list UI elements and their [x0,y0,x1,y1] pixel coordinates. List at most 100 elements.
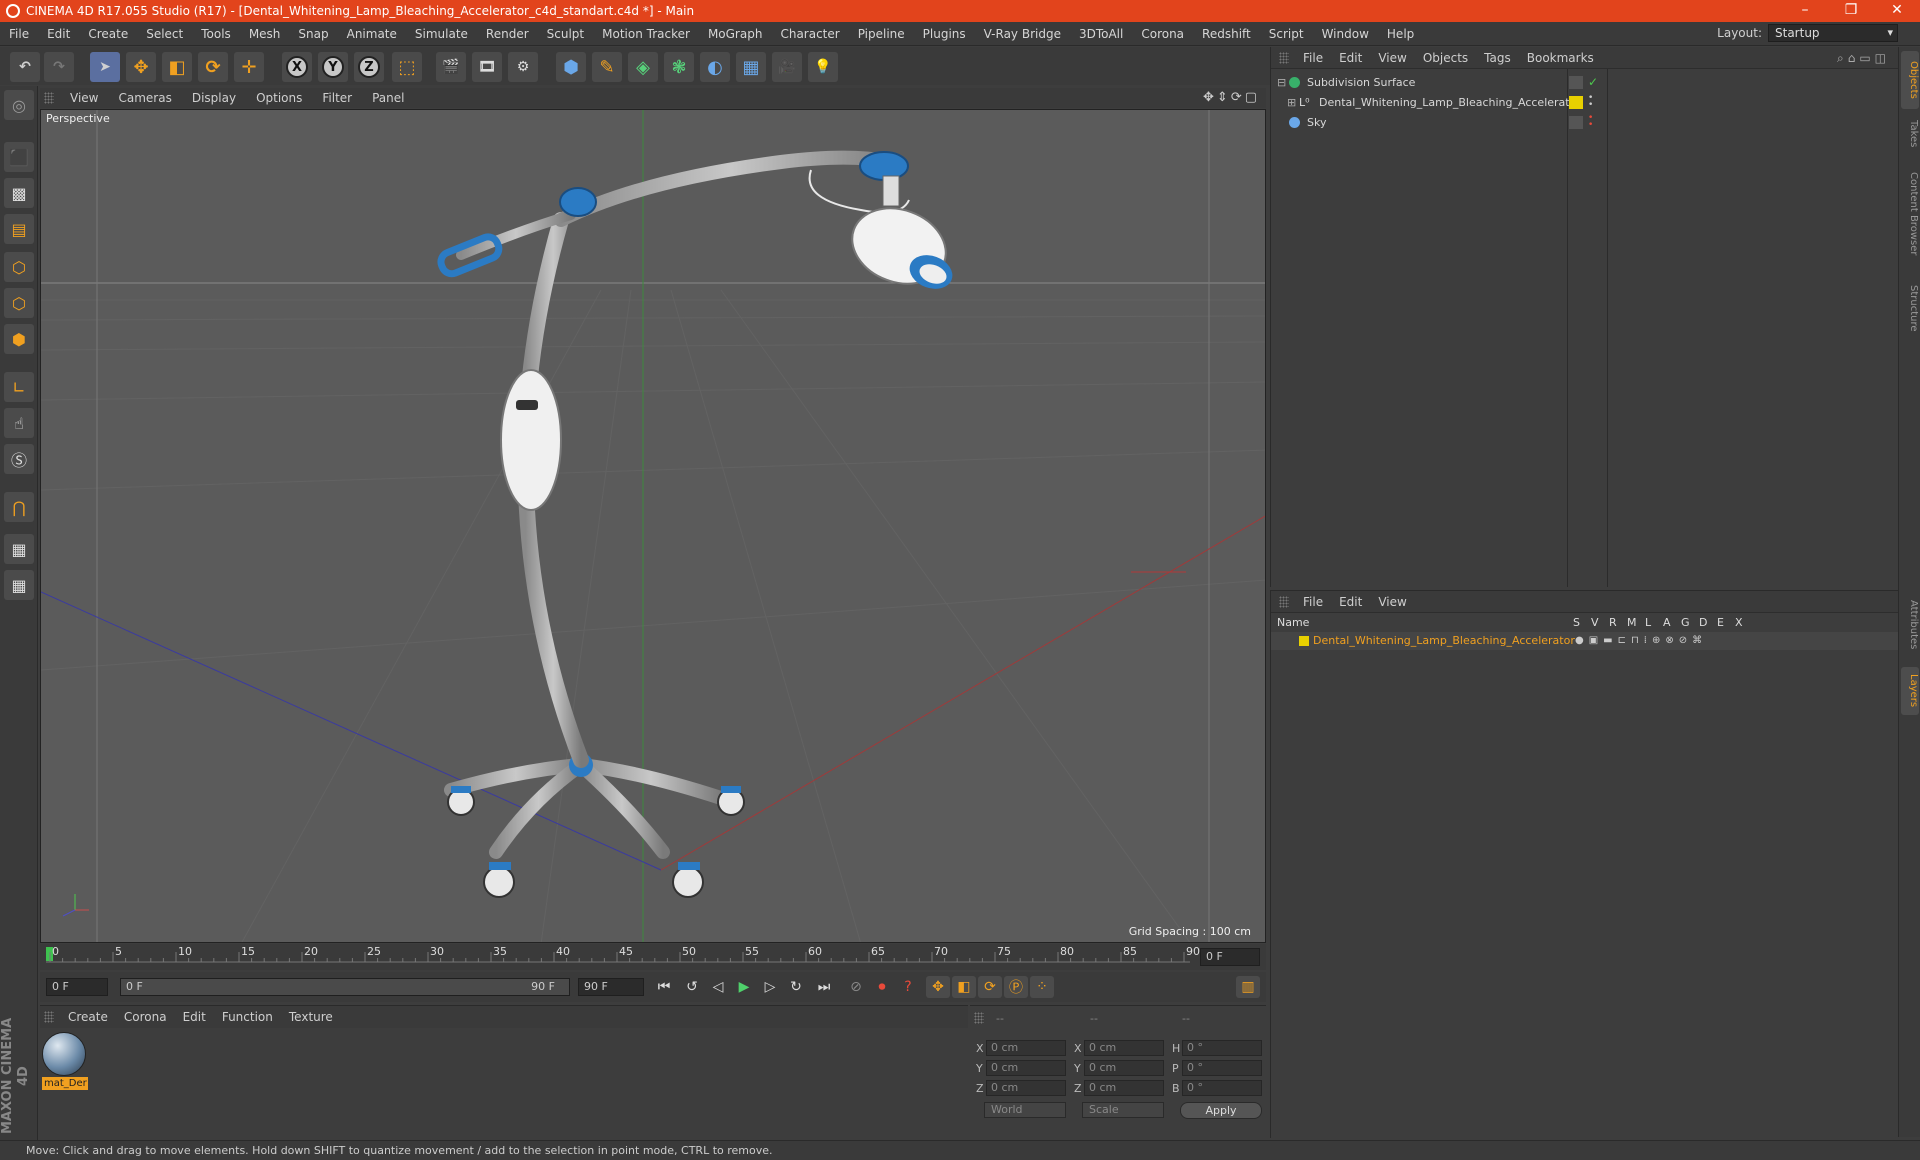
scale-tool-icon[interactable]: ◧ [162,52,192,82]
autokey-icon[interactable]: ⏺ [870,976,894,998]
solo-mode-icon[interactable]: Ⓢ [4,444,34,474]
object-menu-bookmarks[interactable]: Bookmarks [1519,51,1602,65]
texture-mode-icon[interactable]: ▩ [4,178,34,208]
viewport-menu-display[interactable]: Display [182,91,246,105]
apply-button[interactable]: Apply [1180,1102,1262,1119]
timeline-ruler[interactable]: 0 5 10 15 20 25 30 35 40 45 50 55 60 65 70 75 80 85 90 0 F [40,944,1266,970]
panel-grip-icon[interactable] [44,92,54,104]
z-axis-lock-button[interactable]: Z [354,52,384,82]
tab-structure[interactable]: Structure [1901,273,1919,343]
layer-menu-edit[interactable]: Edit [1331,595,1370,609]
current-frame-field[interactable]: 0 F [1200,948,1260,966]
viewport-menu-filter[interactable]: Filter [312,91,362,105]
menu-corona[interactable]: Corona [1132,27,1193,41]
record-keys-icon[interactable]: ⊘ [844,976,868,998]
edges-mode-icon[interactable]: ⬡ [4,288,34,318]
keyframe-selection-icon[interactable]: ? [896,976,920,998]
key-position-icon[interactable]: ✥ [926,976,950,998]
viewport-menu-panel[interactable]: Panel [362,91,414,105]
viewport-menu-cameras[interactable]: Cameras [108,91,181,105]
object-search-icons[interactable]: ⌕⌂▭◫ [1837,51,1890,66]
menu-help[interactable]: Help [1378,27,1423,41]
size-x-field[interactable]: 0 cm [1084,1040,1164,1056]
menu-mograph[interactable]: MoGraph [699,27,772,41]
column-manager[interactable]: M [1627,615,1637,631]
camera-icon[interactable]: 🎥 [772,52,802,82]
panel-grip-icon[interactable] [44,1011,54,1023]
undo-icon[interactable]: ↶ [10,52,40,82]
menu-snap[interactable]: Snap [289,27,337,41]
frame-range-slider[interactable]: 0 F 90 F [120,978,570,996]
key-rotation-icon[interactable]: ⟳ [978,976,1002,998]
column-locked[interactable]: L [1645,615,1651,631]
position-x-field[interactable]: 0 cm [986,1040,1066,1056]
key-parameter-icon[interactable]: Ⓟ [1004,976,1028,998]
object-menu-view[interactable]: View [1370,51,1414,65]
x-axis-lock-button[interactable]: X [282,52,312,82]
previous-key-icon[interactable]: ↺ [680,976,704,998]
object-row-sky[interactable]: Sky • • [1271,113,1899,132]
tweak-mode-icon[interactable]: ☝ [4,408,34,438]
viewport-menu-view[interactable]: View [60,91,108,105]
tab-takes[interactable]: Takes [1901,113,1919,155]
minimize-button[interactable]: – [1782,0,1828,22]
material-menu-corona[interactable]: Corona [116,1010,175,1024]
render-picture-viewer-icon[interactable]: 🎞 [472,52,502,82]
cube-primitive-icon[interactable]: ⬢ [556,52,586,82]
layout-dropdown[interactable]: Startup [1768,24,1898,42]
material-swatch[interactable]: mat_Der [42,1032,88,1090]
spline-pen-icon[interactable]: ✎ [592,52,622,82]
object-menu-edit[interactable]: Edit [1331,51,1370,65]
key-scale-icon[interactable]: ◧ [952,976,976,998]
size-z-field[interactable]: 0 cm [1084,1080,1164,1096]
floor-scene-icon[interactable]: ▦ [736,52,766,82]
layer-menu-file[interactable]: File [1295,595,1331,609]
menu-tools[interactable]: Tools [192,27,240,41]
viewport-menu-options[interactable]: Options [246,91,312,105]
light-bulb-icon[interactable]: 💡 [808,52,838,82]
key-pla-icon[interactable]: ⁘ [1030,976,1054,998]
polygons-mode-icon[interactable]: ⬢ [4,324,34,354]
end-frame-field[interactable]: 90 F [578,978,644,996]
position-y-field[interactable]: 0 cm [986,1060,1066,1076]
column-deformers[interactable]: D [1699,615,1707,631]
layer-flag-icons[interactable]: ●▣▬⊏⊓⁞⊕⊗⊘⌘ [1575,632,1707,650]
column-animation[interactable]: A [1663,615,1671,631]
subdivision-nurbs-icon[interactable]: ◈ [628,52,658,82]
menu-edit[interactable]: Edit [38,27,79,41]
deformer-icon[interactable]: ◐ [700,52,730,82]
object-menu-tags[interactable]: Tags [1476,51,1519,65]
model-mode-icon[interactable]: ⬛ [4,142,34,172]
visibility-dots-icon[interactable]: • • [1588,94,1593,110]
rotation-h-field[interactable]: 0 ° [1182,1040,1262,1056]
object-menu-file[interactable]: File [1295,51,1331,65]
material-menu-function[interactable]: Function [214,1010,281,1024]
expand-icon[interactable]: ⊞ [1287,93,1296,112]
tab-attributes[interactable]: Attributes [1901,587,1919,663]
menu-pipeline[interactable]: Pipeline [849,27,914,41]
locked-workplane-icon[interactable]: ▦ [4,534,34,564]
panel-grip-icon[interactable] [1279,51,1289,64]
rotate-tool-icon[interactable]: ⟳ [198,52,228,82]
menu-vray-bridge[interactable]: V-Ray Bridge [975,27,1070,41]
size-mode-dropdown[interactable]: Scale [1082,1102,1164,1118]
menu-file[interactable]: File [0,27,38,41]
position-z-field[interactable]: 0 cm [986,1080,1066,1096]
object-row-subdivision-surface[interactable]: ⊟ Subdivision Surface ✓ [1271,73,1899,92]
rotation-b-field[interactable]: 0 ° [1182,1080,1262,1096]
panel-grip-icon[interactable] [1279,595,1289,608]
points-mode-icon[interactable]: ⬡ [4,252,34,282]
menu-simulate[interactable]: Simulate [406,27,477,41]
column-expressions[interactable]: E [1717,615,1724,631]
column-view[interactable]: V [1591,615,1599,631]
column-xref[interactable]: X [1735,615,1743,631]
play-icon[interactable]: ▶ [732,976,756,998]
menu-sculpt[interactable]: Sculpt [538,27,593,41]
menu-motion-tracker[interactable]: Motion Tracker [593,27,699,41]
layer-row[interactable]: Dental_Whitening_Lamp_Bleaching_Accelera… [1271,632,1899,650]
restore-button[interactable]: ❐ [1828,0,1874,22]
menu-plugins[interactable]: Plugins [914,27,975,41]
close-button[interactable]: ✕ [1874,0,1920,22]
snap-magnet-icon[interactable]: ⋂ [4,492,34,522]
render-settings-icon[interactable]: ⚙ [508,52,538,82]
